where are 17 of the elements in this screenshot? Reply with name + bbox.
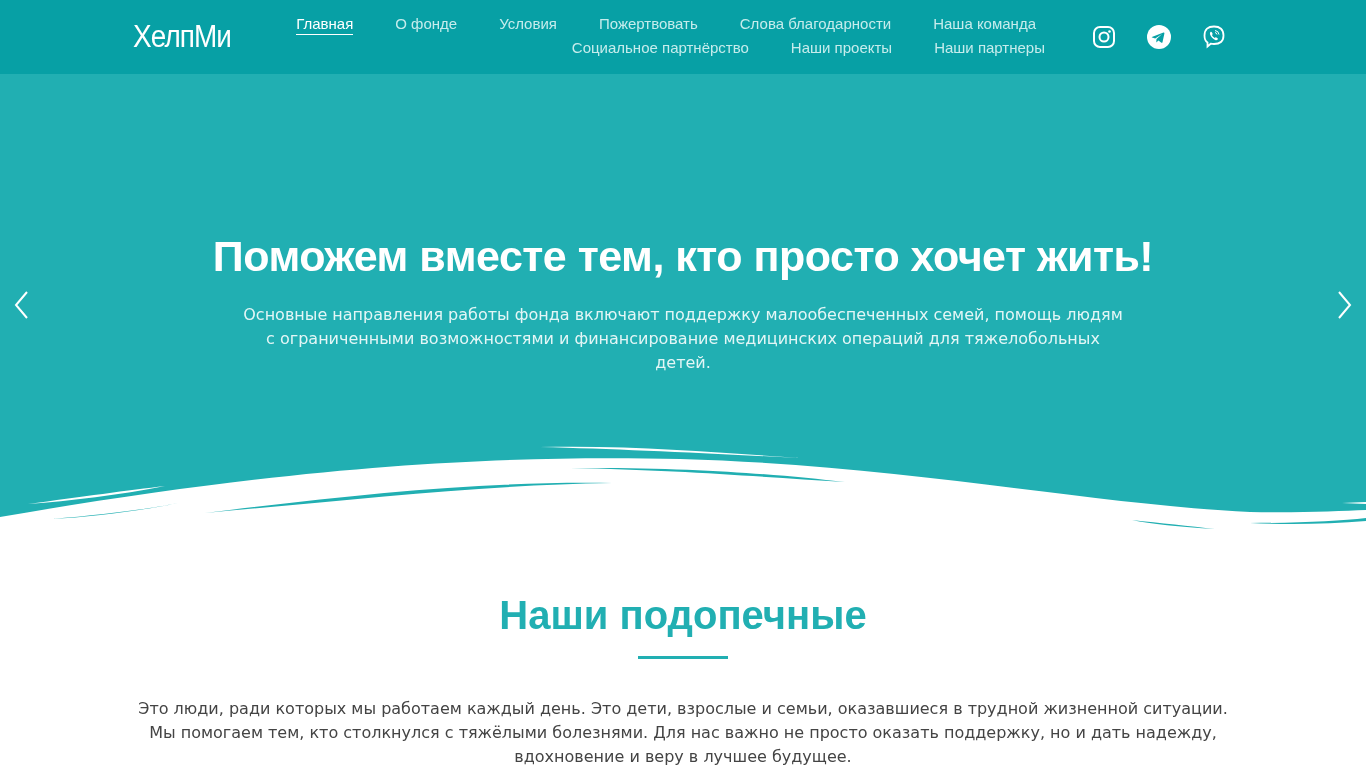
nav-link[interactable]: Слова благодарности bbox=[739, 15, 892, 35]
section-title: Наши подопечные bbox=[499, 593, 867, 638]
nav-link[interactable]: Наши проекты bbox=[790, 39, 893, 59]
hero-text: Основные направления работы фонда включают поддержку малообеспеченных семей, помощь людям с ограниченными возможностями и финансирование медицинских операций для тяжелобольных детей. bbox=[243, 304, 1123, 374]
hero-title: Поможем вместе тем, кто просто хочет жить! bbox=[212, 232, 1154, 281]
instagram-icon[interactable] bbox=[1092, 25, 1116, 49]
nav-link[interactable]: Пожертвовать bbox=[598, 15, 698, 35]
telegram-icon[interactable] bbox=[1147, 25, 1171, 49]
nav-link[interactable]: Наши партнеры bbox=[934, 39, 1045, 59]
nav-link[interactable]: Наша команда bbox=[933, 15, 1036, 35]
viber-icon[interactable] bbox=[1202, 25, 1226, 49]
nav-link[interactable]: Социальное партнёрство bbox=[571, 39, 749, 59]
site-logo[interactable]: ХелпМи bbox=[133, 19, 277, 55]
nav-link[interactable]: О фонде bbox=[395, 15, 458, 35]
nav-link[interactable]: Главная bbox=[296, 15, 354, 35]
nav-link[interactable]: Условия bbox=[499, 15, 557, 35]
section-text: Это люди, ради которых мы работаем каждый день. Это дети, взрослые и семьи, оказавшиеся в трудной жизненной ситуации. Мы помогаем тем, кто столкнулся с тяжёлыми болезнями. Для нас важно не просто оказать поддержку, но и дать надежду, вдохновение и веру в лучшее будущее. bbox=[137, 698, 1229, 768]
